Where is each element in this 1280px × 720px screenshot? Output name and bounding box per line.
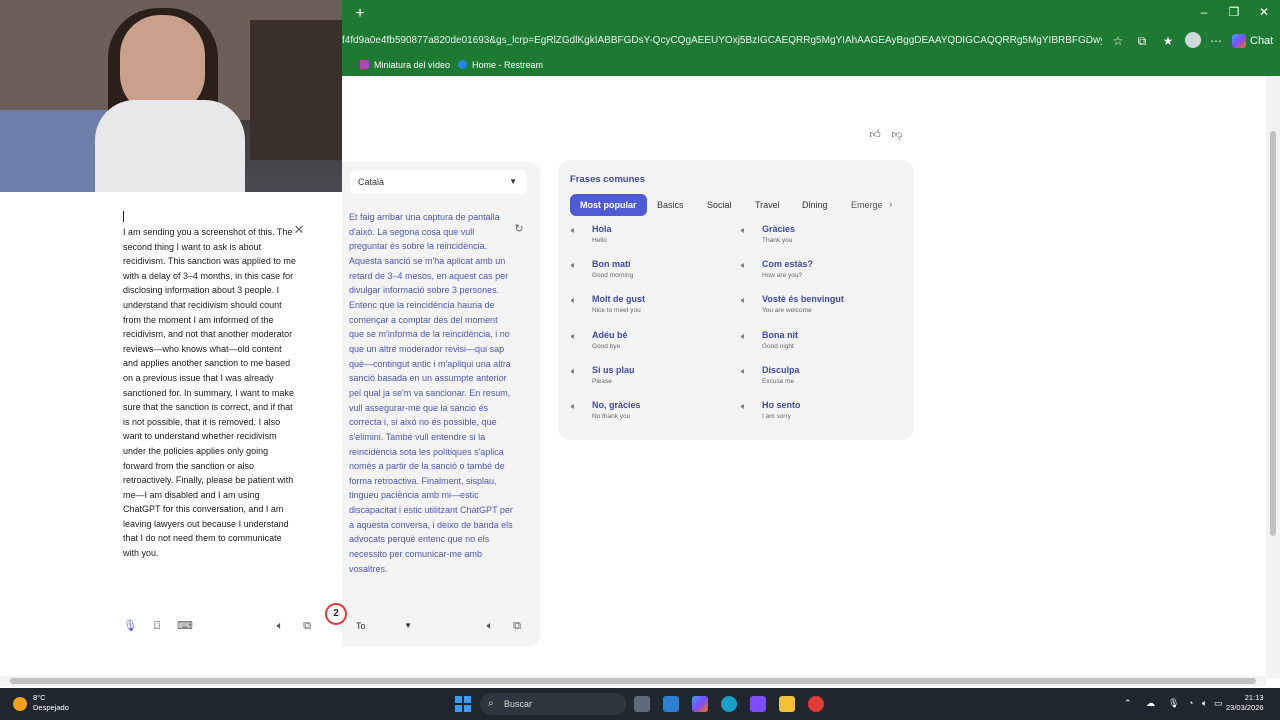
microphone-icon[interactable]: 🎙︎: [123, 619, 137, 633]
bookmark-miniatura[interactable]: Miniatura del vídeo: [360, 58, 450, 72]
chevron-down-icon: ▼: [509, 177, 517, 186]
copilot-app-icon[interactable]: [692, 696, 708, 712]
phrase-item[interactable]: 🔈︎ Bon matí Good morning: [571, 259, 731, 289]
tab-emergency[interactable]: Emerge: [851, 194, 883, 216]
favorite-star-icon[interactable]: ☆: [1110, 33, 1126, 49]
weather-icon[interactable]: [13, 697, 27, 711]
phrase-item[interactable]: 🔈︎ Molt de gust Nice to meet you: [571, 294, 731, 324]
phrases-title: Frases comunes: [570, 174, 645, 185]
battery-icon[interactable]: ▭: [1214, 698, 1223, 709]
copy-icon[interactable]: ⧉: [510, 619, 524, 633]
store-icon[interactable]: [663, 696, 679, 712]
tab-dining[interactable]: Dining: [802, 194, 828, 216]
copy-icon[interactable]: ⧉: [300, 619, 314, 633]
speaker-icon[interactable]: 🔈︎: [741, 401, 746, 412]
speaker-icon[interactable]: 🔈︎: [483, 619, 497, 633]
favorites-icon[interactable]: ★: [1160, 33, 1176, 49]
camera-scan-icon[interactable]: ⌼: [150, 619, 164, 633]
source-text-input[interactable]: I am sending you a screenshot of this. T…: [123, 225, 298, 561]
step-badge: 2: [325, 603, 347, 625]
phrase-item[interactable]: 🔈︎ Ho sento I am sorry: [741, 400, 901, 430]
copilot-icon: [1232, 34, 1246, 49]
phrase-item[interactable]: 🔈︎ Si us plau Please: [571, 365, 731, 395]
chevron-right-icon[interactable]: ›: [889, 199, 892, 210]
speaker-icon[interactable]: 🔈︎: [571, 401, 576, 412]
keyboard-icon[interactable]: ⌨: [177, 619, 193, 633]
tab-most-popular[interactable]: Most popular: [570, 194, 647, 216]
refresh-icon[interactable]: ↻: [513, 223, 525, 235]
speaker-icon[interactable]: 🔈︎: [571, 366, 576, 377]
thumbs-up-icon[interactable]: 👍︎: [868, 128, 882, 142]
thumbs-down-icon[interactable]: 👎︎: [890, 128, 904, 142]
show-hidden-icons-icon[interactable]: ⌃: [1124, 698, 1132, 709]
speaker-icon[interactable]: 🔈︎: [741, 260, 746, 271]
minimize-button[interactable]: –: [1192, 5, 1216, 19]
phrase-item[interactable]: 🔈︎ Disculpa Excuse me: [741, 365, 901, 395]
extensions-icon[interactable]: ⧉: [1134, 33, 1150, 49]
task-view-icon[interactable]: [634, 696, 650, 712]
speaker-icon[interactable]: 🔈︎: [741, 331, 746, 342]
microphone-tray-icon[interactable]: 🎙︎: [1168, 698, 1179, 709]
phrase-item[interactable]: 🔈︎ Com estàs? How are you?: [741, 259, 901, 289]
edge-icon[interactable]: [721, 696, 737, 712]
file-explorer-icon[interactable]: [779, 696, 795, 712]
phrase-item[interactable]: 🔈︎ Hola Hello: [571, 224, 731, 254]
webcam-overlay: [0, 0, 342, 192]
speaker-icon[interactable]: 🔈︎: [571, 295, 576, 306]
phrase-item[interactable]: 🔈︎ Bona nit Good night: [741, 330, 901, 360]
phrase-item[interactable]: 🔈︎ Adéu bé Good bye: [571, 330, 731, 360]
bookmark-icon: [360, 60, 369, 69]
restore-button[interactable]: ❐: [1222, 5, 1246, 19]
phrase-item[interactable]: 🔈︎ Vostè és benvingut You are welcome: [741, 294, 901, 324]
tab-travel[interactable]: Travel: [755, 194, 780, 216]
tab-basics[interactable]: Basics: [657, 194, 684, 216]
bookmark-restream[interactable]: Home - Restream: [458, 58, 543, 72]
profile-avatar[interactable]: [1185, 32, 1201, 48]
clear-text-icon[interactable]: ✕: [292, 223, 306, 237]
translated-text: Et faig arribar una captura de pantalla …: [349, 212, 513, 574]
scrollbar-thumb[interactable]: [1270, 131, 1276, 536]
speaker-icon[interactable]: 🔈︎: [741, 366, 746, 377]
to-language-select[interactable]: To ▼: [350, 615, 422, 637]
target-language-select[interactable]: Català ▼: [350, 170, 527, 194]
phrase-item[interactable]: 🔈︎ No, gràcies No thank you: [571, 400, 731, 430]
new-tab-button[interactable]: +: [350, 4, 370, 24]
weather-widget[interactable]: 8°C Despejado: [33, 693, 69, 713]
horizontal-scrollbar[interactable]: [0, 676, 1266, 686]
wifi-icon[interactable]: ◔: [1188, 698, 1193, 708]
speaker-icon[interactable]: 🔈︎: [273, 619, 287, 633]
more-options-icon[interactable]: ⋯: [1208, 33, 1224, 49]
search-icon: ⌕: [488, 698, 494, 709]
taskbar-search[interactable]: ⌕ Buscar: [480, 693, 626, 715]
chevron-down-icon: ▼: [404, 621, 412, 630]
text-cursor: [123, 211, 124, 222]
recorder-icon[interactable]: [808, 696, 824, 712]
app-icon[interactable]: [750, 696, 766, 712]
tab-social[interactable]: Social: [707, 194, 732, 216]
url-field[interactable]: f4fd9a0e4fb590877a820de01693&gs_lcrp=EgR…: [342, 34, 1102, 48]
restream-icon: [458, 60, 467, 69]
volume-icon[interactable]: 🔈︎: [1202, 698, 1207, 709]
start-button[interactable]: [455, 696, 471, 712]
speaker-icon[interactable]: 🔈︎: [741, 295, 746, 306]
close-window-button[interactable]: ✕: [1252, 5, 1276, 19]
speaker-icon[interactable]: 🔈︎: [741, 225, 746, 236]
copilot-chat-button[interactable]: Chat: [1232, 32, 1273, 50]
tray-app-icon[interactable]: ☁: [1146, 698, 1155, 709]
phrase-item[interactable]: 🔈︎ Gràcies Thank you: [741, 224, 901, 254]
vertical-scrollbar[interactable]: [1266, 76, 1280, 678]
speaker-icon[interactable]: 🔈︎: [571, 225, 576, 236]
speaker-icon[interactable]: 🔈︎: [571, 331, 576, 342]
speaker-icon[interactable]: 🔈︎: [571, 260, 576, 271]
clock[interactable]: 21:13 23/03/2026: [1226, 693, 1264, 713]
windows-taskbar: 8°C Despejado ⌕ Buscar ⌃ ☁ 🎙︎ ◔ 🔈︎ ▭ 21:13…: [0, 688, 1280, 720]
scrollbar-thumb[interactable]: [10, 678, 1256, 684]
